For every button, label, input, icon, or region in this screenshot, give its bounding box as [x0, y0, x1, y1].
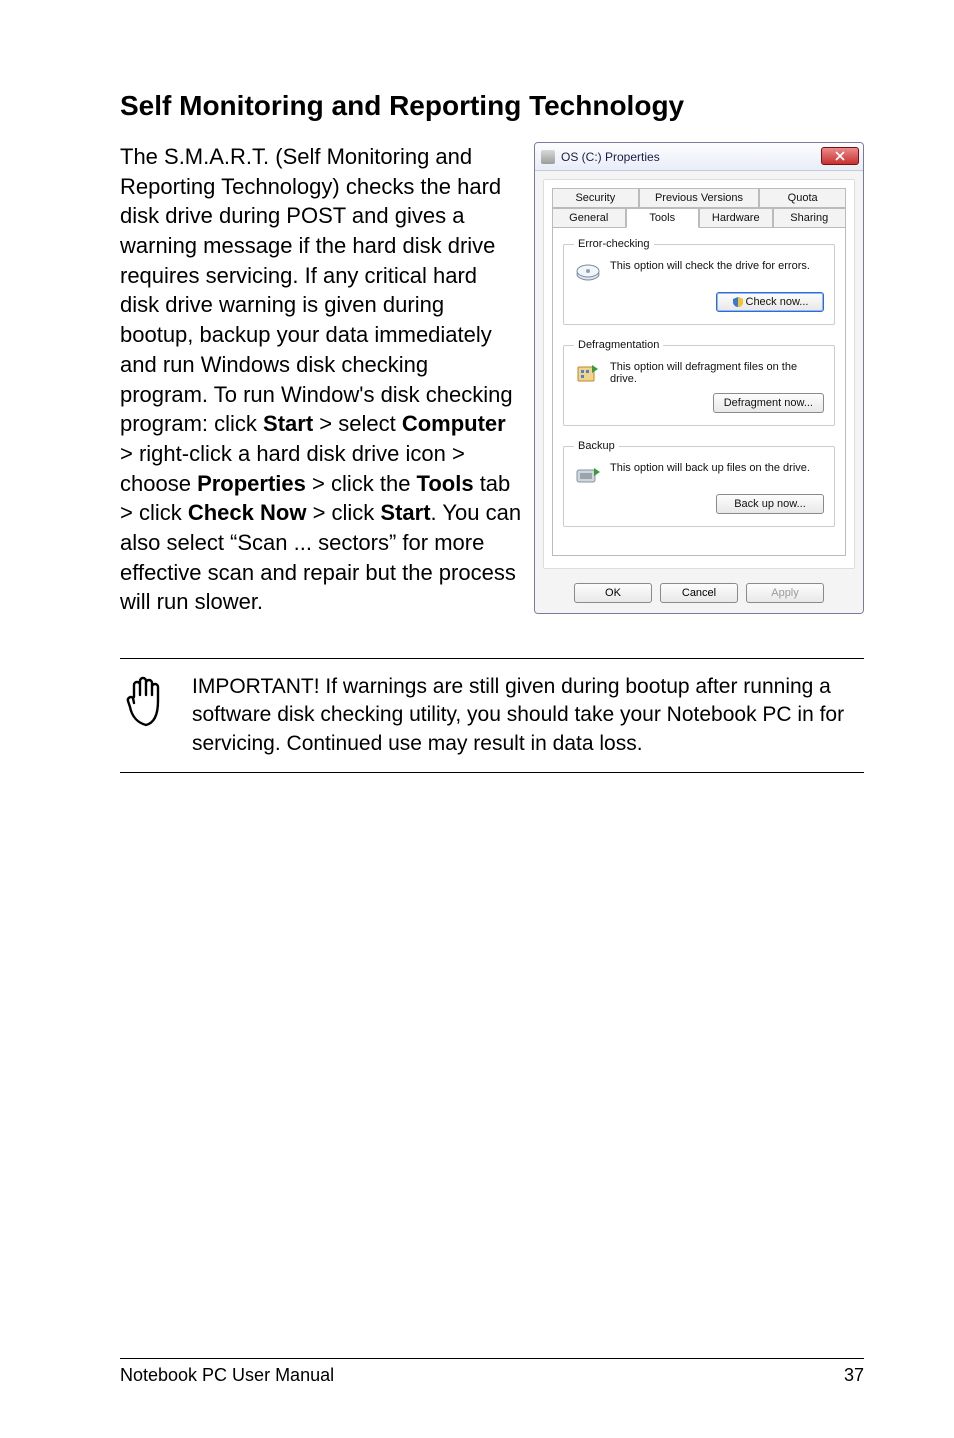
backup-now-button[interactable]: Back up now... [716, 494, 824, 514]
legend-backup: Backup [574, 440, 619, 452]
close-icon [835, 151, 845, 161]
text-fragment: > click [306, 500, 380, 525]
tab-sharing[interactable]: Sharing [773, 208, 847, 228]
tabs-row-front: General Tools Hardware Sharing [552, 208, 846, 228]
ok-button[interactable]: OK [574, 583, 652, 603]
dialog-bottom-buttons: OK Cancel Apply [535, 577, 863, 613]
dialog-body: Security Previous Versions Quota General… [543, 179, 855, 569]
apply-button[interactable]: Apply [746, 583, 824, 603]
tab-security[interactable]: Security [552, 188, 639, 208]
check-now-button[interactable]: Check now... [716, 292, 824, 312]
disk-check-icon [574, 260, 602, 284]
tab-content-tools: Error-checking This option will check th… [552, 228, 846, 556]
tab-general[interactable]: General [552, 208, 626, 228]
dialog-titlebar: OS (C:) Properties [535, 143, 863, 171]
bold-check-now: Check Now [188, 500, 307, 525]
legend-error-checking: Error-checking [574, 238, 654, 250]
drive-icon [541, 150, 555, 164]
bold-start2: Start [380, 500, 430, 525]
important-callout: IMPORTANT! If warnings are still given d… [120, 658, 864, 773]
properties-dialog: OS (C:) Properties Security Previous Ver… [534, 142, 864, 614]
close-button[interactable] [821, 147, 859, 165]
backup-text: This option will back up files on the dr… [610, 462, 824, 474]
text-fragment: > click the [306, 471, 417, 496]
footer-left: Notebook PC User Manual [120, 1365, 334, 1386]
text-fragment: > select [313, 411, 402, 436]
defragmentation-text: This option will defragment files on the… [610, 361, 824, 385]
shield-icon [732, 296, 744, 308]
bold-start: Start [263, 411, 313, 436]
group-defragmentation: Defragmentation This option will defragm… [563, 339, 835, 426]
tab-tools[interactable]: Tools [626, 208, 700, 228]
defragment-now-button[interactable]: Defragment now... [713, 393, 824, 413]
hand-stop-icon [120, 673, 172, 738]
tab-previous-versions[interactable]: Previous Versions [639, 188, 760, 208]
important-text: IMPORTANT! If warnings are still given d… [192, 673, 864, 758]
cancel-button[interactable]: Cancel [660, 583, 738, 603]
bold-properties: Properties [197, 471, 306, 496]
check-now-label: Check now... [746, 296, 809, 308]
footer-page-number: 37 [844, 1365, 864, 1386]
defragment-icon [574, 361, 602, 385]
section-heading: Self Monitoring and Reporting Technology [120, 90, 864, 122]
dialog-title: OS (C:) Properties [561, 150, 660, 164]
bold-computer: Computer [402, 411, 506, 436]
group-error-checking: Error-checking This option will check th… [563, 238, 835, 325]
text-fragment: The S.M.A.R.T. (Self Monitoring and Repo… [120, 144, 513, 436]
tabs-row-back: Security Previous Versions Quota [552, 188, 846, 208]
tab-quota[interactable]: Quota [759, 188, 846, 208]
backup-icon [574, 462, 602, 486]
tab-hardware[interactable]: Hardware [699, 208, 773, 228]
bold-tools: Tools [417, 471, 474, 496]
group-backup: Backup This option will back up files on… [563, 440, 835, 527]
legend-defragmentation: Defragmentation [574, 339, 663, 351]
error-checking-text: This option will check the drive for err… [610, 260, 824, 272]
page-footer: Notebook PC User Manual 37 [120, 1358, 864, 1386]
